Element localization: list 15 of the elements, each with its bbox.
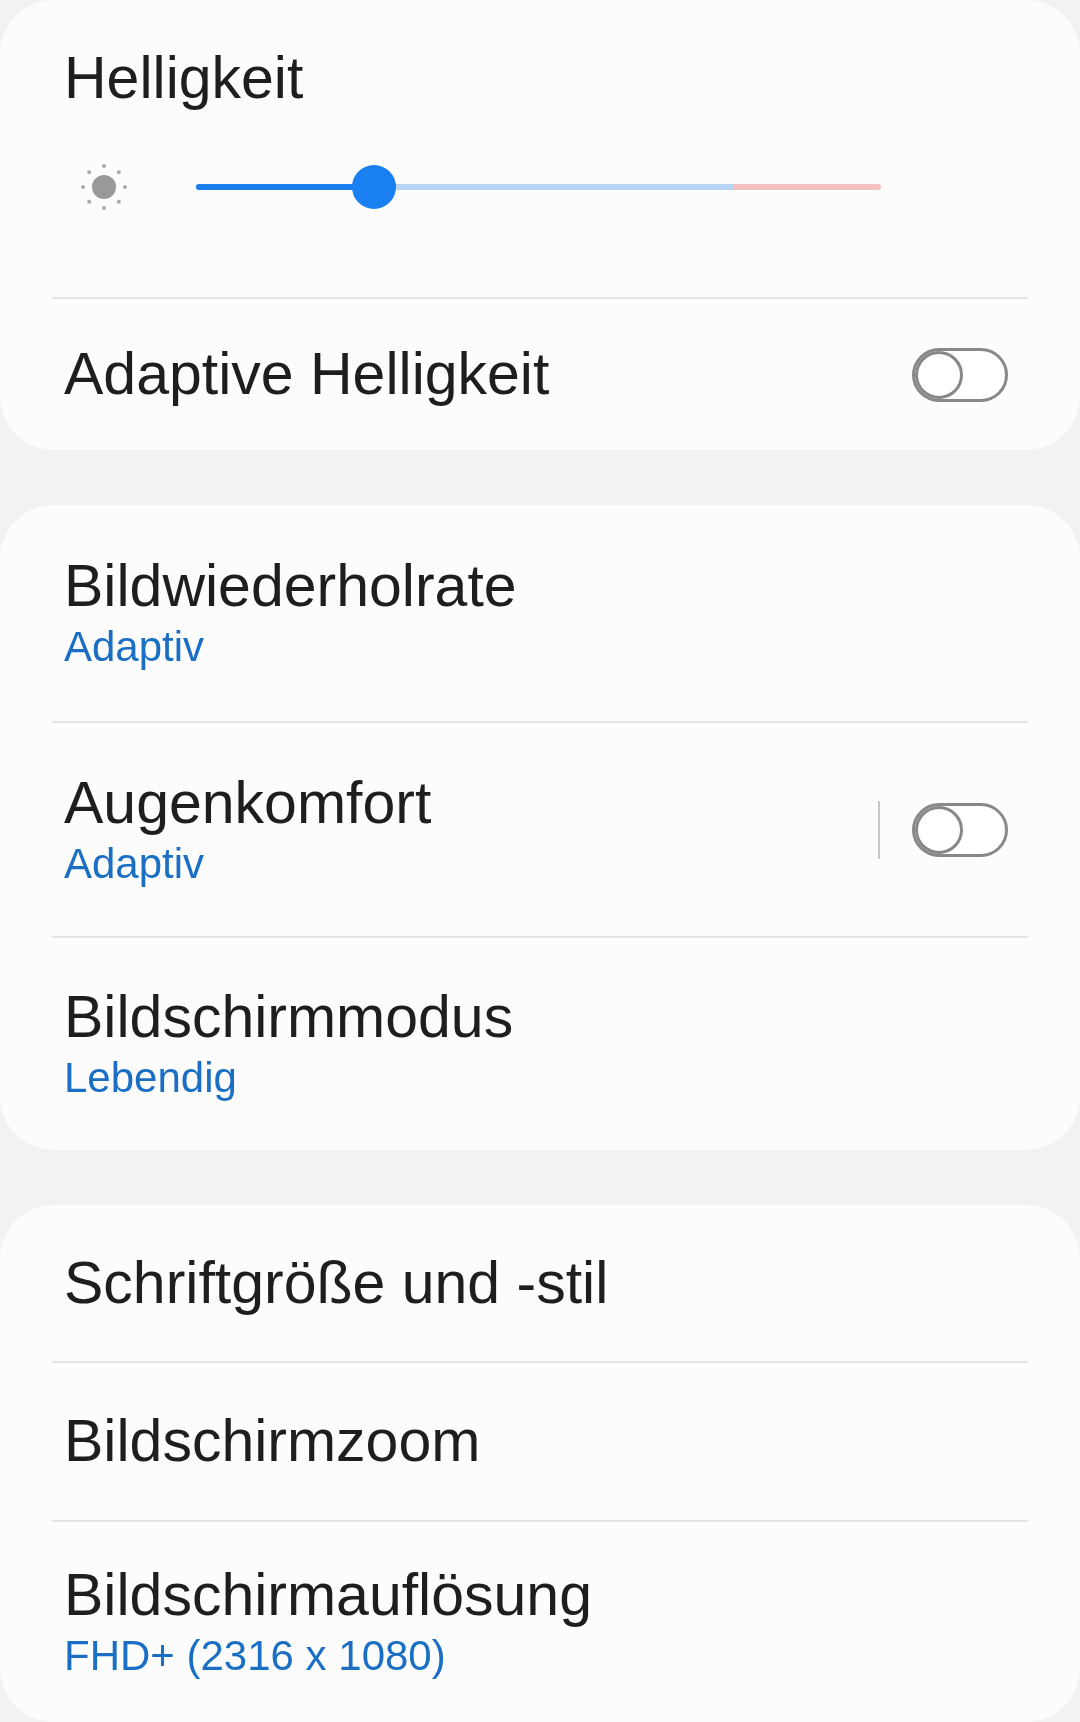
setting-label: Augenkomfort	[64, 770, 432, 836]
setting-label: Adaptive Helligkeit	[64, 342, 550, 407]
toggle-switch[interactable]	[912, 347, 1008, 402]
setting-label: Schriftgröße und -stil	[64, 1250, 609, 1316]
toggle-switch[interactable]	[912, 802, 1008, 857]
setting-value: Adaptiv	[64, 839, 206, 889]
setting-value: Lebendig	[64, 1054, 238, 1103]
setting-value: Adaptiv	[64, 623, 206, 672]
brightness-slider[interactable]	[196, 164, 881, 209]
setting-label: Bildschirmmodus	[64, 985, 514, 1051]
section-title: Helligkeit	[64, 46, 305, 111]
setting-label: Bildschirmauflösung	[64, 1563, 592, 1629]
setting-value: FHD+ (2316 x 1080)	[64, 1632, 447, 1681]
setting-label: Bildwiederholrate	[64, 554, 517, 620]
setting-label: Bildschirmzoom	[64, 1409, 481, 1474]
